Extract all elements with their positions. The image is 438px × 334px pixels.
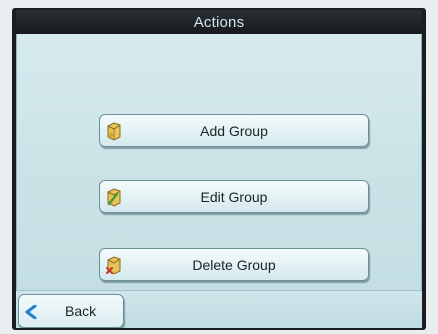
back-button[interactable]: Back xyxy=(18,294,124,328)
edit-group-button[interactable]: Edit Group xyxy=(99,180,369,213)
edit-group-label: Edit Group xyxy=(200,188,268,205)
add-group-button[interactable]: Add Group xyxy=(99,114,369,147)
back-label: Back xyxy=(65,303,97,319)
folder-edit-icon xyxy=(107,188,121,207)
actions-panel: Add Group Edit Group Delete Group xyxy=(16,34,422,290)
bottom-bar: Back xyxy=(16,290,422,328)
folder-add-icon xyxy=(107,122,121,141)
page-title: Actions xyxy=(193,13,245,31)
chevron-left-icon xyxy=(25,305,37,319)
title-bar: Actions xyxy=(16,10,422,34)
screen: Actions Add Group Edit Group Delete Grou… xyxy=(16,10,422,328)
add-group-label: Add Group xyxy=(200,122,268,139)
folder-delete-icon xyxy=(106,256,121,275)
delete-group-button[interactable]: Delete Group xyxy=(99,248,369,281)
delete-group-label: Delete Group xyxy=(192,256,276,273)
